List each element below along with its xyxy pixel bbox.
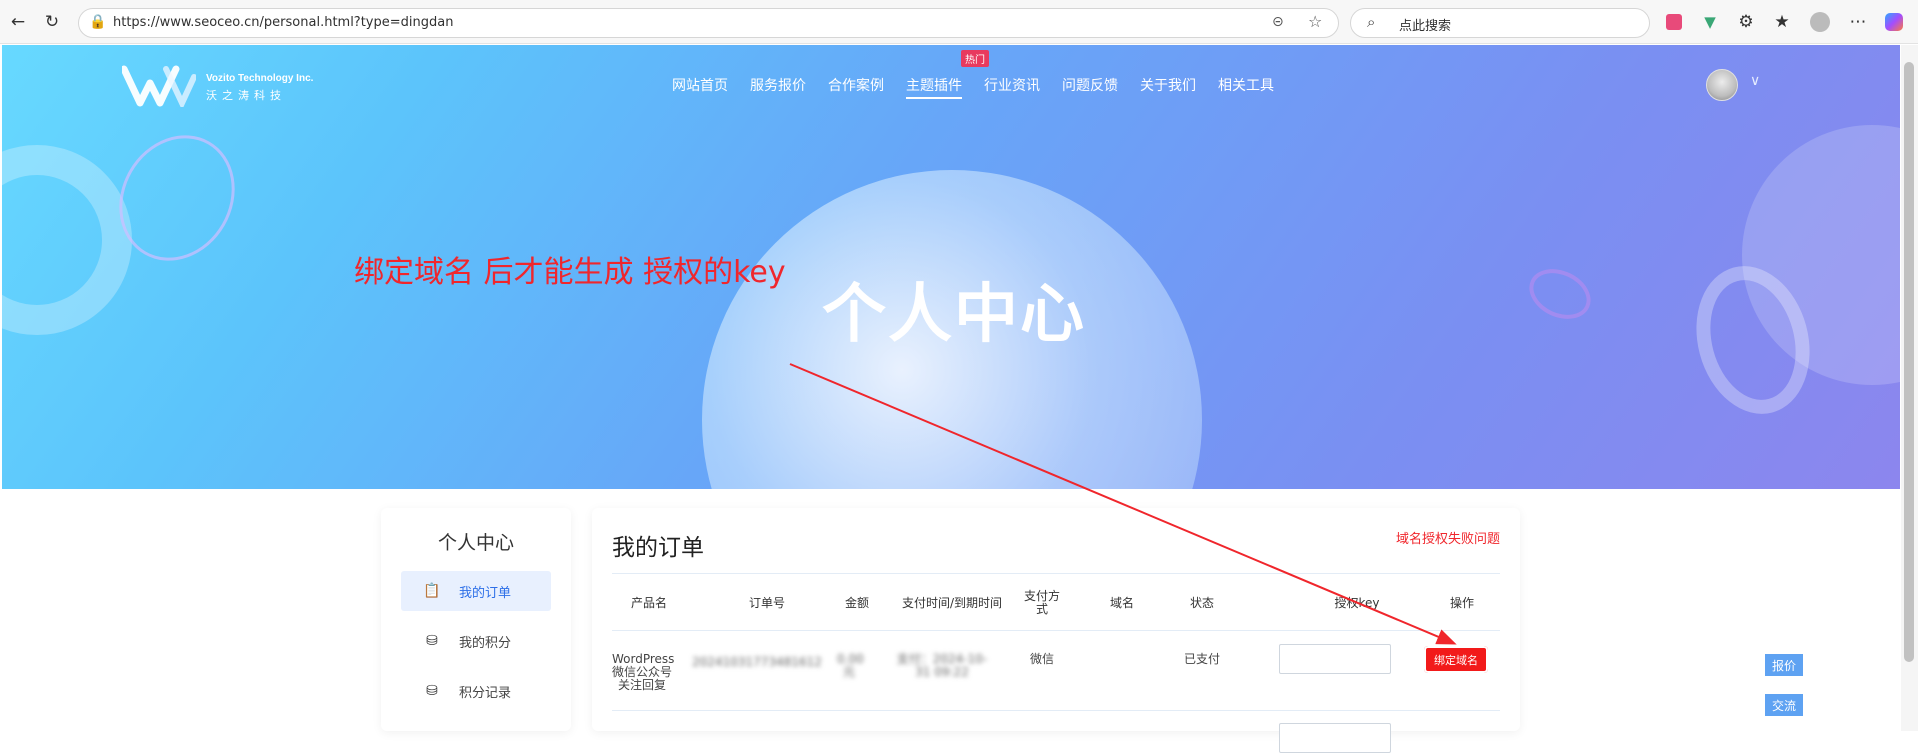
quote-float-button[interactable]: 报价 xyxy=(1764,653,1804,677)
scrollbar-thumb[interactable] xyxy=(1904,62,1914,662)
chat-float-button[interactable]: 交流 xyxy=(1764,693,1804,717)
annotation-arrow xyxy=(789,363,1457,645)
